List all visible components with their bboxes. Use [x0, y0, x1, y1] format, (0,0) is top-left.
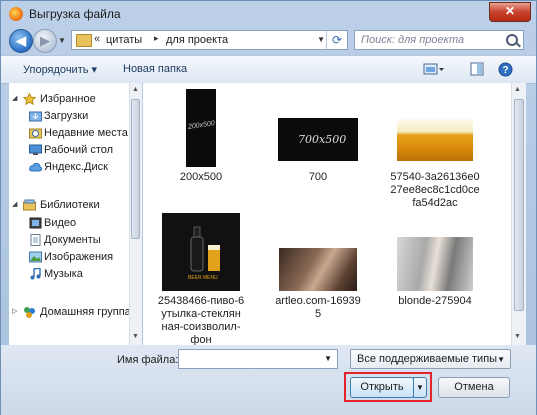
back-button[interactable]: ◀ [9, 29, 33, 53]
sidebar-item-label: Библиотеки [40, 199, 100, 211]
file-thumbnail: 700x500 [278, 118, 358, 161]
file-name: 57540-3a26136e0 [390, 171, 480, 183]
folder-icon [76, 34, 92, 47]
file-thumbnail [397, 119, 473, 161]
music-icon [30, 268, 41, 280]
download-folder-icon [29, 111, 42, 122]
filename-field[interactable]: ▼ [178, 349, 338, 369]
libraries-icon [23, 199, 36, 211]
sidebar-item-label: Видео [44, 217, 77, 229]
sidebar-item-label: Изображения [44, 251, 114, 263]
close-button[interactable]: ✕ [489, 2, 531, 22]
open-options-chevron-icon[interactable]: ▼ [413, 377, 427, 398]
file-name: artleo.com-16939 [275, 295, 361, 307]
documents-icon [30, 234, 41, 246]
pictures-icon [29, 251, 42, 263]
svg-text:?: ? [502, 65, 508, 76]
sidebar-item-label: Загрузки [44, 110, 89, 122]
filetype-value: Все поддерживаемые типы [357, 353, 498, 365]
chevron-down-icon[interactable]: ▼ [497, 355, 505, 364]
file-tile[interactable]: blonde-275904 [381, 213, 489, 313]
file-thumbnail [397, 237, 473, 291]
new-folder-button[interactable]: Новая папка [123, 63, 187, 75]
address-dropdown-icon[interactable]: ▼ [317, 35, 325, 44]
search-icon[interactable] [506, 34, 518, 46]
file-tile[interactable]: 57540-3a26136e0 27ee8ec8c1cd0ce fa54d2ac [381, 89, 489, 209]
sidebar-item-label: Яндекс.Диск [44, 161, 108, 173]
file-tile[interactable]: 200x500 200x500 [147, 89, 255, 189]
sidebar-item-label: Избранное [40, 93, 96, 105]
file-name: 27ee8ec8c1cd0ce [390, 184, 480, 196]
window-title: Выгрузка файла [29, 7, 121, 21]
file-name: 200x500 [179, 171, 223, 183]
file-name: 25438466-пиво-6 [157, 295, 245, 307]
help-icon[interactable]: ? [498, 62, 513, 77]
sidebar-item-label: Недавние места [44, 127, 128, 139]
video-icon [29, 217, 42, 229]
file-list: 200x500 200x500 700x500 700 57540-3a2613… [143, 83, 511, 345]
file-thumbnail [279, 248, 357, 291]
cancel-button[interactable]: Отмена [438, 377, 510, 398]
preview-pane-icon[interactable] [470, 62, 484, 76]
file-name: fa54d2ac [412, 197, 458, 209]
file-name: 5 [314, 308, 322, 320]
cloud-icon [29, 162, 42, 172]
dialog-footer: Имя файла: ▼ Все поддерживаемые типы ▼ О… [1, 345, 536, 415]
file-tile[interactable]: BEER MENU 25438466-пиво-6 утылка-стеклян… [147, 213, 255, 345]
scrollbar-thumb[interactable] [131, 99, 140, 239]
sidebar-item-label: Музыка [44, 268, 83, 280]
thumbnail-text: 700x500 [298, 133, 347, 146]
breadcrumb-chevron-icon[interactable]: ▸ [154, 33, 159, 44]
navigation-pane: ◢ Избранное Загрузки Недавние места Рабо… [9, 83, 129, 345]
recent-places-icon [29, 128, 42, 139]
command-toolbar: Упорядочить ▾ Новая папка ? [1, 55, 536, 84]
navigation-bar: ◀ ▶ ▼ « цитаты ▸ для проекта ▼ ⟳ Поиск: … [1, 27, 536, 53]
recent-locations-dropdown[interactable]: ▼ [58, 36, 66, 45]
chevron-down-icon[interactable]: ▼ [324, 354, 332, 363]
refresh-icon[interactable]: ⟳ [326, 31, 347, 49]
sidebar-item-label: Документы [44, 234, 101, 246]
filename-label: Имя файла: [117, 354, 179, 366]
breadcrumb-dlya-proekta[interactable]: для проекта [166, 34, 228, 46]
open-button[interactable]: Открыть [350, 377, 414, 398]
sidebar-item-label: Рабочий стол [44, 144, 114, 156]
file-thumbnail: 200x500 [186, 89, 216, 167]
firefox-icon [9, 7, 23, 21]
organize-button[interactable]: Упорядочить ▾ [23, 63, 97, 76]
file-thumbnail: BEER MENU [162, 213, 240, 291]
filetype-select[interactable]: Все поддерживаемые типы ▼ [350, 349, 511, 369]
file-name: фон [190, 334, 212, 345]
file-name: утылка-стеклян [161, 308, 241, 320]
thumbnail-text: BEER MENU [188, 275, 218, 281]
navigation-scrollbar[interactable]: ▲ ▼ [129, 83, 142, 345]
file-dialog-window: Выгрузка файла ✕ ◀ ▶ ▼ « цитаты ▸ для пр… [0, 0, 537, 415]
desktop-icon [29, 144, 42, 155]
file-list-scrollbar[interactable]: ▲ ▼ [511, 83, 526, 345]
file-name: 700 [308, 171, 328, 183]
address-bar[interactable]: « цитаты ▸ для проекта ▼ ⟳ [71, 30, 348, 50]
homegroup-icon [24, 307, 35, 318]
title-bar: Выгрузка файла ✕ [1, 1, 536, 27]
breadcrumb-overflow-icon[interactable]: « [94, 33, 100, 45]
star-icon [23, 93, 36, 105]
forward-button[interactable]: ▶ [33, 29, 57, 53]
file-name: ная-соизволил- [161, 321, 241, 333]
search-box[interactable]: Поиск: для проекта [354, 30, 524, 50]
file-tile[interactable]: 700x500 700 [264, 89, 372, 189]
scrollbar-thumb[interactable] [514, 99, 524, 311]
view-options-icon[interactable] [423, 62, 445, 76]
sidebar-item-label: Домашняя группа [40, 306, 129, 318]
breadcrumb-tsitaty[interactable]: цитаты [106, 34, 142, 46]
search-input[interactable]: Поиск: для проекта [361, 34, 464, 46]
file-name: blonde-275904 [398, 295, 472, 307]
thumbnail-text: 200x500 [187, 120, 216, 131]
file-tile[interactable]: artleo.com-16939 5 [264, 213, 372, 323]
